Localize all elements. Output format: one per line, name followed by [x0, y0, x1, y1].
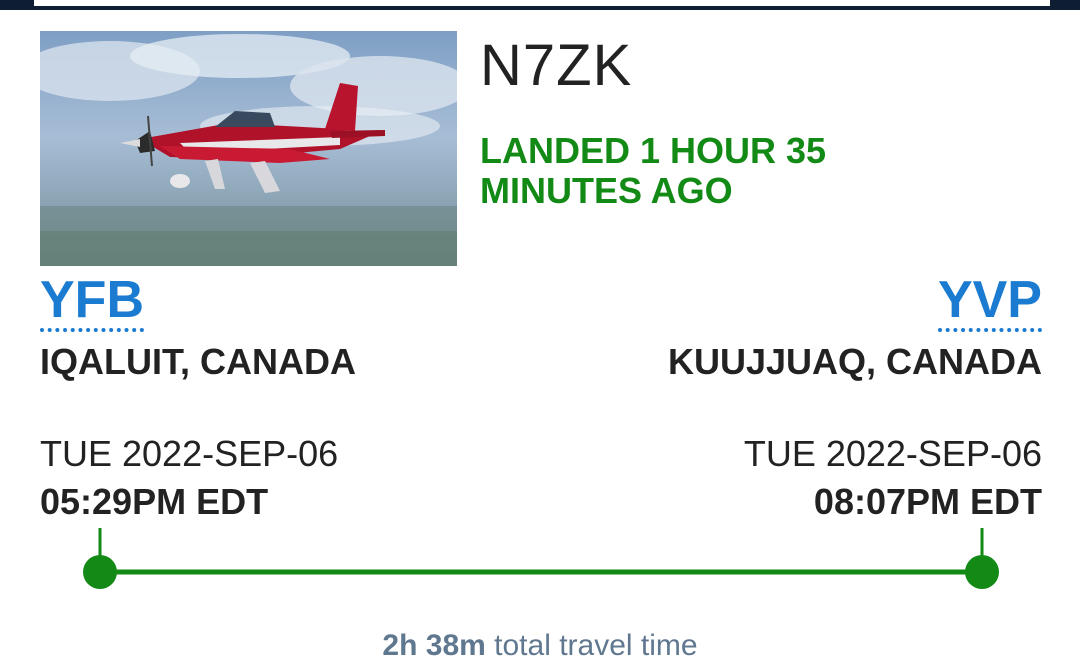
flight-progress-track — [83, 528, 999, 589]
destination-airport-code[interactable]: YVP — [937, 272, 1042, 332]
travel-label: total travel time — [494, 629, 698, 662]
arrival-date: TUE 2022-SEP-06 — [743, 433, 1042, 474]
tail-number: N7ZK — [480, 33, 633, 98]
travel-duration: 2h 38m — [382, 629, 486, 662]
departure-dot — [83, 555, 117, 589]
origin-airport-code[interactable]: YFB — [40, 272, 144, 332]
origin-city: IQALUIT, CANADA — [40, 341, 356, 382]
departure-time: 05:29PM EDT — [40, 481, 269, 522]
departure-date: TUE 2022-SEP-06 — [40, 433, 339, 474]
total-travel-time: 2h 38m total travel time — [0, 628, 1080, 664]
aircraft-photo[interactable] — [40, 31, 457, 266]
destination-city: KUUJJUAQ, CANADA — [667, 341, 1042, 382]
aircraft-photo-image — [40, 31, 457, 266]
top-bar — [0, 0, 1080, 10]
flight-status: LANDED 1 HOUR 35 MINUTES AGO — [480, 130, 827, 211]
top-bar-inner — [34, 0, 1050, 6]
arrival-dot — [965, 555, 999, 589]
arrival-time: 08:07PM EDT — [813, 481, 1042, 522]
